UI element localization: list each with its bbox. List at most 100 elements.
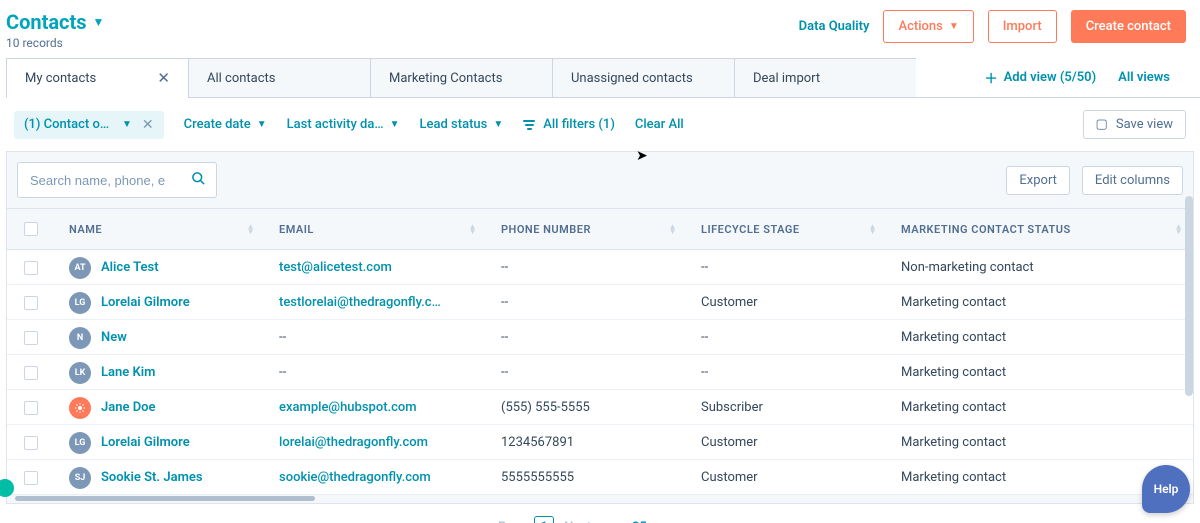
edit-columns-button[interactable]: Edit columns (1082, 166, 1183, 195)
table-row: Jane Doeexample@hubspot.com(555) 555-555… (7, 390, 1193, 425)
contact-name-link[interactable]: NNew (69, 327, 127, 349)
object-switcher[interactable]: Contacts ▼ (6, 10, 104, 34)
tab-marketing-contacts[interactable]: Marketing Contacts (370, 58, 552, 97)
help-button[interactable]: Help (1142, 465, 1190, 513)
tab-unassigned-contacts[interactable]: Unassigned contacts (552, 58, 734, 97)
marketing-status-cell: Marketing contact (887, 320, 1193, 355)
contact-name-link[interactable]: LGLorelai Gilmore (69, 292, 190, 314)
vertical-scrollbar[interactable] (1183, 160, 1193, 420)
all-views-link[interactable]: All views (1118, 70, 1170, 85)
view-tabs: My contacts✕ All contacts Marketing Contac… (6, 58, 1200, 98)
lifecycle-cell: Subscriber (687, 390, 887, 425)
phone-cell: -- (487, 320, 687, 355)
email-link[interactable]: lorelai@thedragonfly.com (279, 435, 428, 450)
caret-down-icon: ▼ (122, 119, 132, 130)
tab-label: Deal import (753, 71, 820, 86)
actions-button[interactable]: Actions▼ (883, 10, 973, 43)
filter-lead-status[interactable]: Lead status▼ (420, 117, 504, 132)
filter-last-activity[interactable]: Last activity da…▼ (287, 117, 400, 132)
avatar: SJ (69, 467, 91, 489)
row-checkbox[interactable] (24, 366, 38, 380)
filter-icon (523, 120, 535, 130)
lifecycle-cell: Customer (687, 425, 887, 460)
contact-name-link[interactable]: SJSookie St. James (69, 467, 203, 489)
column-header-name[interactable]: NAME (69, 223, 102, 236)
search-input-wrapper (17, 162, 217, 198)
phone-cell: -- (487, 250, 687, 285)
email-link[interactable]: test@alicetest.com (279, 260, 392, 275)
select-all-checkbox[interactable] (24, 222, 38, 236)
save-view-button[interactable]: ▢ Save view (1083, 110, 1186, 139)
export-button[interactable]: Export (1006, 166, 1070, 195)
caret-down-icon: ▼ (949, 21, 959, 32)
row-checkbox[interactable] (24, 261, 38, 275)
close-tab-icon[interactable]: ✕ (157, 69, 170, 87)
next-page-chevron[interactable]: › (601, 518, 606, 523)
contact-name-link[interactable]: LKLane Kim (69, 362, 155, 384)
row-checkbox[interactable] (24, 471, 38, 485)
contact-name-link[interactable]: LGLorelai Gilmore (69, 432, 190, 454)
tab-deal-import[interactable]: Deal import (734, 58, 916, 97)
tab-label: Unassigned contacts (571, 71, 693, 86)
sort-icon[interactable]: ▲▼ (247, 224, 255, 234)
column-header-lifecycle[interactable]: LIFECYCLE STAGE (701, 223, 800, 236)
contact-name-link[interactable]: ATAlice Test (69, 257, 159, 279)
add-view-button[interactable]: ＋ Add view (5/50) (985, 68, 1097, 87)
column-header-phone[interactable]: PHONE NUMBER (501, 223, 591, 236)
per-page-dropdown[interactable]: 25 per page▼ (632, 520, 717, 523)
tab-all-contacts[interactable]: All contacts (188, 58, 370, 97)
avatar: AT (69, 257, 91, 279)
row-checkbox[interactable] (24, 296, 38, 310)
lifecycle-cell: -- (687, 250, 887, 285)
lifecycle-cell: -- (687, 320, 887, 355)
sprocket-icon (69, 397, 91, 419)
search-icon[interactable] (191, 171, 206, 190)
email-cell: -- (265, 355, 487, 390)
next-page-label[interactable]: Next (564, 520, 591, 523)
sort-icon[interactable]: ▲▼ (869, 224, 877, 234)
page-number[interactable]: 1 (534, 516, 554, 523)
table-row: SJSookie St. James sookie@thedragonfly.co… (7, 460, 1193, 495)
search-input[interactable] (28, 172, 191, 189)
column-header-email[interactable]: EMAIL (279, 223, 314, 236)
filter-create-date[interactable]: Create date▼ (184, 117, 267, 132)
horizontal-scrollbar[interactable] (7, 495, 1193, 503)
create-contact-button[interactable]: Create contact (1071, 10, 1186, 43)
email-link[interactable]: testlorelai@thedragonfly.c… (279, 295, 441, 310)
marketing-status-cell: Marketing contact (887, 425, 1193, 460)
filter-chip-contact-owner[interactable]: (1) Contact ow… ▼ ✕ (14, 111, 164, 139)
lifecycle-cell: Customer (687, 285, 887, 320)
contacts-table: Export Edit columns NAME ▲▼ EMAIL ▲▼ PHONE… (6, 151, 1194, 504)
row-checkbox[interactable] (24, 436, 38, 450)
table-row: LGLorelai Gilmore testlorelai@thedragonfl… (7, 285, 1193, 320)
data-quality-link[interactable]: Data Quality (799, 19, 870, 34)
prev-page-label[interactable]: Prev (498, 520, 524, 523)
caret-down-icon: ▼ (257, 119, 267, 130)
email-link[interactable]: example@hubspot.com (279, 400, 417, 415)
tab-my-contacts[interactable]: My contacts✕ (6, 58, 188, 97)
caret-down-icon: ▼ (93, 15, 105, 29)
remove-filter-icon[interactable]: ✕ (142, 117, 154, 133)
row-checkbox[interactable] (24, 401, 38, 415)
table-row: ATAlice Testtest@alicetest.com----Non-ma… (7, 250, 1193, 285)
column-header-marketing[interactable]: MARKETING CONTACT STATUS (901, 223, 1071, 236)
contact-name-link[interactable]: Jane Doe (69, 397, 156, 419)
lifecycle-cell: -- (687, 355, 887, 390)
marketing-status-cell: Marketing contact (887, 285, 1193, 320)
row-checkbox[interactable] (24, 331, 38, 345)
import-button[interactable]: Import (988, 10, 1057, 43)
email-link[interactable]: sookie@thedragonfly.com (279, 470, 431, 485)
all-filters-link[interactable]: All filters (1) (523, 117, 615, 132)
sort-icon[interactable]: ▲▼ (669, 224, 677, 234)
tab-label: All contacts (207, 71, 276, 86)
prev-page-chevron[interactable]: ‹ (483, 518, 488, 523)
table-row: LKLane Kim------Marketing contact (7, 355, 1193, 390)
sort-icon[interactable]: ▲▼ (469, 224, 477, 234)
sort-icon[interactable]: ▲▼ (1175, 224, 1183, 234)
clear-all-link[interactable]: Clear All (635, 117, 684, 132)
plus-icon: ＋ (985, 68, 998, 87)
avatar: N (69, 327, 91, 349)
page-title: Contacts (6, 10, 87, 34)
tab-label: Marketing Contacts (389, 71, 502, 86)
caret-down-icon: ▼ (390, 119, 400, 130)
